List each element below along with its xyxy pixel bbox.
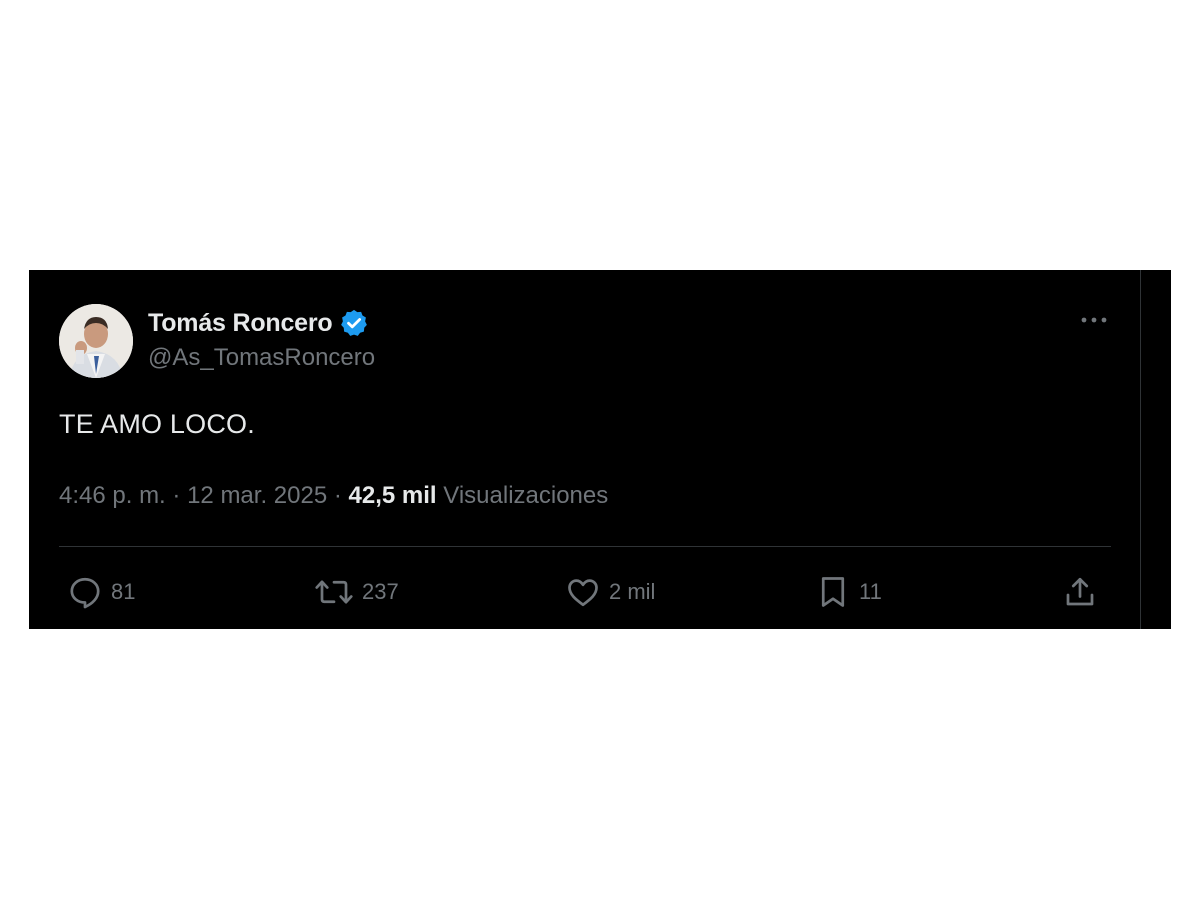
avatar-photo: [59, 304, 133, 378]
divider: [59, 546, 1111, 547]
more-options-button[interactable]: [1074, 308, 1114, 332]
reply-button[interactable]: 81: [67, 572, 135, 612]
retweet-button[interactable]: 237: [314, 572, 399, 612]
retweet-icon: [315, 580, 353, 604]
author-name-row[interactable]: Tomás Roncero: [148, 306, 369, 340]
meta-separator: ·: [172, 482, 181, 509]
retweet-count: 237: [362, 579, 399, 604]
tweet-time[interactable]: 4:46 p. m.: [59, 482, 166, 509]
heart-icon: [568, 579, 598, 607]
tweet-card: Tomás Roncero @As_TomasRoncero TE AMO LO…: [29, 270, 1171, 629]
bookmark-button[interactable]: 11: [815, 572, 882, 612]
share-icon: [1066, 577, 1094, 606]
verified-badge-icon: [339, 308, 369, 338]
author-handle[interactable]: @As_TomasRoncero: [148, 344, 375, 372]
card-edge: [1140, 270, 1141, 629]
reply-count: 81: [111, 579, 136, 604]
share-button[interactable]: [1062, 572, 1098, 612]
tweet-text: TE AMO LOCO.: [59, 409, 255, 439]
meta-separator: ·: [333, 482, 342, 509]
bookmark-icon: [821, 577, 845, 607]
more-options-icon: [1081, 317, 1107, 323]
tweet-meta: 4:46 p. m. · 12 mar. 2025 · 42,5 mil Vis…: [59, 482, 608, 510]
like-count: 2 mil: [609, 579, 656, 604]
bookmark-count: 11: [859, 579, 882, 604]
views-count[interactable]: 42,5 mil: [349, 482, 437, 509]
display-name[interactable]: Tomás Roncero: [148, 309, 333, 338]
reply-icon: [70, 577, 100, 609]
views-label: Visualizaciones: [443, 482, 609, 509]
avatar[interactable]: [59, 304, 133, 378]
like-button[interactable]: 2 mil: [565, 572, 655, 612]
tweet-date[interactable]: 12 mar. 2025: [187, 482, 327, 509]
